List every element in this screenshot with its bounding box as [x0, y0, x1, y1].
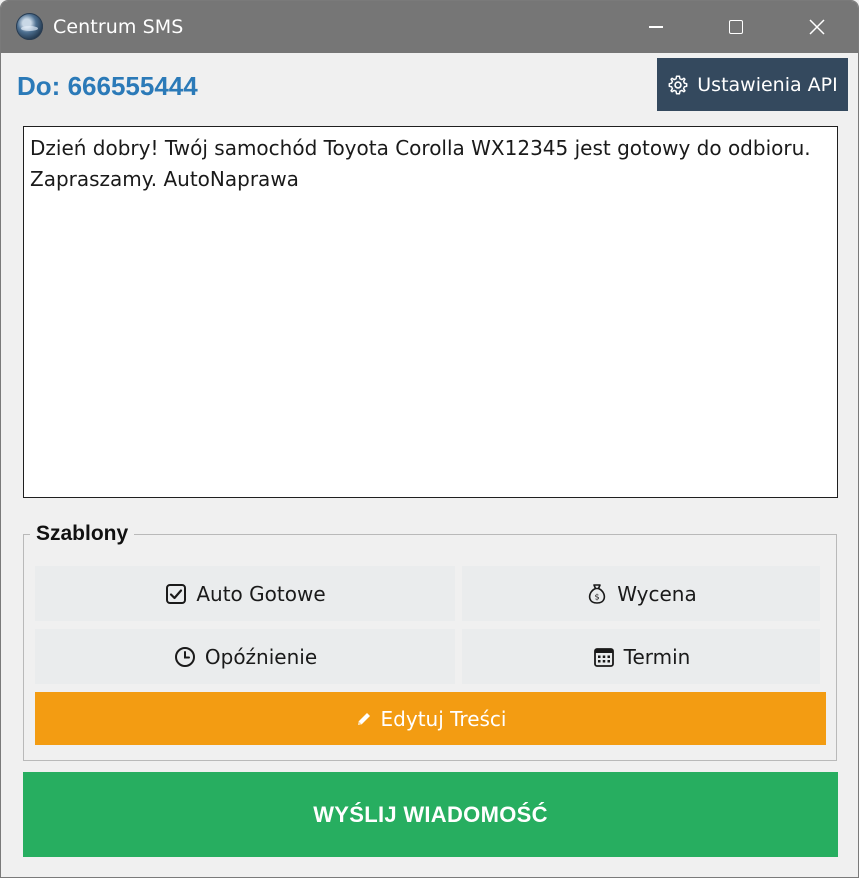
- template-auto-gotowe-button[interactable]: Auto Gotowe: [35, 566, 455, 621]
- calendar-icon: [593, 647, 614, 667]
- api-settings-button[interactable]: Ustawienia API: [657, 58, 848, 111]
- api-settings-label: Ustawienia API: [697, 73, 838, 96]
- title-bar[interactable]: Centrum SMS: [1, 1, 858, 53]
- globe-app-icon: [16, 13, 43, 40]
- maximize-icon: [729, 20, 743, 34]
- minimize-icon: [649, 26, 663, 28]
- template-opoznienie-button[interactable]: Opóźnienie: [35, 629, 455, 684]
- money-bag-icon: $: [589, 583, 606, 604]
- clock-icon: [174, 646, 195, 667]
- pencil-icon: [357, 712, 370, 725]
- close-icon: [809, 19, 825, 35]
- send-message-label: WYŚLIJ WIADOMOŚĆ: [313, 801, 548, 827]
- message-textarea[interactable]: Dzień dobry! Twój samochód Toyota Coroll…: [23, 126, 838, 498]
- edit-templates-label: Edytuj Treści: [380, 706, 507, 731]
- svg-text:$: $: [595, 592, 600, 601]
- recipient-number: 666555444: [67, 71, 198, 101]
- template-wycena-button[interactable]: $ Wycena: [462, 566, 820, 621]
- minimize-button[interactable]: [616, 1, 696, 53]
- template-termin-button[interactable]: Termin: [462, 629, 820, 684]
- recipient-label: Do:: [17, 71, 61, 101]
- recipient-header: Do: 666555444: [17, 71, 198, 102]
- template-opoznienie-label: Opóźnienie: [204, 644, 318, 669]
- maximize-button[interactable]: [696, 1, 776, 53]
- close-button[interactable]: [777, 1, 857, 53]
- templates-legend: Szablony: [30, 522, 135, 546]
- app-window: Centrum SMS Do: 666555444 Ustawienia API…: [0, 0, 859, 878]
- gear-icon: [668, 75, 688, 94]
- send-message-button[interactable]: WYŚLIJ WIADOMOŚĆ: [23, 772, 838, 857]
- template-auto-gotowe-label: Auto Gotowe: [196, 581, 326, 606]
- template-wycena-label: Wycena: [617, 581, 697, 606]
- edit-templates-button[interactable]: Edytuj Treści: [35, 692, 826, 745]
- template-termin-label: Termin: [623, 644, 691, 669]
- checkbox-check-icon: [166, 583, 187, 604]
- window-title: Centrum SMS: [53, 16, 184, 38]
